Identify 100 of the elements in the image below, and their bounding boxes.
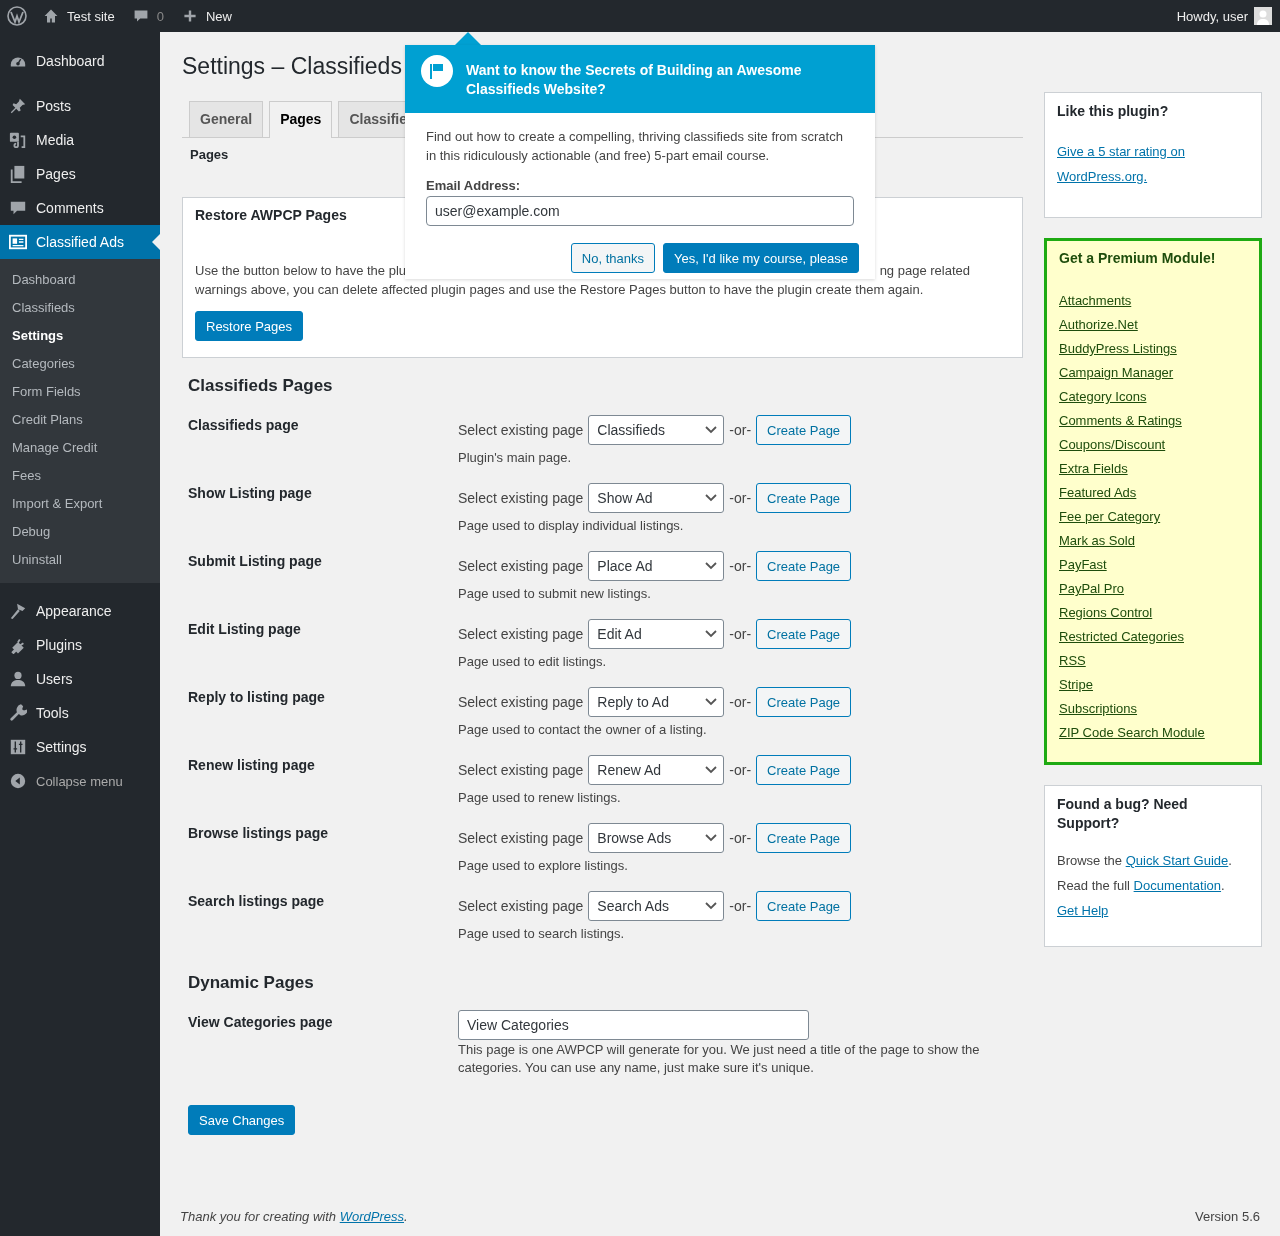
module-link[interactable]: Fee per Category: [1059, 508, 1161, 526]
create-page-button[interactable]: Create Page: [756, 687, 852, 717]
wordpress-logo[interactable]: [7, 6, 27, 26]
text-field[interactable]: View Categories: [458, 1010, 809, 1040]
page-select[interactable]: Classifieds: [588, 415, 725, 445]
home-icon: [43, 8, 59, 24]
menu-item[interactable]: Dashboard: [0, 44, 160, 78]
module-link[interactable]: Restricted Categories: [1059, 628, 1184, 646]
module-link[interactable]: Authorize.Net: [1059, 316, 1138, 334]
page-select[interactable]: Browse Ads: [588, 823, 725, 853]
module-link[interactable]: Subscriptions: [1059, 700, 1138, 718]
rating-link[interactable]: Give a 5 star rating on WordPress.org.: [1057, 139, 1249, 189]
field-prefix: Select existing page: [458, 558, 584, 574]
module-link[interactable]: PayPal Pro: [1059, 580, 1125, 598]
module-link[interactable]: Coupons/Discount: [1059, 436, 1166, 454]
popup-text: Find out how to create a compelling, thriving classifieds site from scratch in this ridiculously actionable (and free) 5-part email course.: [426, 128, 844, 165]
page-select[interactable]: Reply to Ad: [588, 687, 725, 717]
submenu-item[interactable]: Debug: [0, 518, 160, 546]
submenu-item[interactable]: Form Fields: [0, 378, 160, 406]
field-label: Submit Listing page: [188, 552, 323, 571]
field-label: Renew listing page: [188, 756, 316, 775]
create-page-button[interactable]: Create Page: [756, 415, 852, 445]
support-text: Browse the Quick Start Guide.: [1057, 852, 1233, 870]
create-page-button[interactable]: Create Page: [756, 891, 852, 921]
save-changes-button[interactable]: Save Changes: [188, 1105, 296, 1135]
media-icon: [9, 131, 27, 149]
module-link[interactable]: Mark as Sold: [1059, 532, 1135, 550]
paintbrush-icon: [9, 602, 27, 620]
menu-item[interactable]: Posts: [0, 89, 160, 123]
submenu-item[interactable]: Credit Plans: [0, 406, 160, 434]
submenu-item[interactable]: Manage Credit: [0, 434, 160, 462]
submenu-item[interactable]: Fees: [0, 462, 160, 490]
new-link[interactable]: New: [181, 8, 232, 24]
page-select[interactable]: Edit Ad: [588, 619, 725, 649]
tab[interactable]: General: [189, 101, 264, 137]
module-link[interactable]: Stripe: [1059, 676, 1093, 694]
page-select[interactable]: Place Ad: [588, 551, 725, 581]
submenu-item[interactable]: Import & Export: [0, 490, 160, 518]
module-link[interactable]: Comments & Ratings: [1059, 412, 1182, 430]
page-select[interactable]: Search Ads: [588, 891, 725, 921]
chevron-icon: [705, 834, 718, 842]
create-page-button[interactable]: Create Page: [756, 483, 852, 513]
menu-item[interactable]: Appearance: [0, 594, 160, 628]
account-link[interactable]: Howdy, user: [1176, 7, 1272, 25]
module-link[interactable]: Regions Control: [1059, 604, 1153, 622]
menu-item[interactable]: Users: [0, 662, 160, 696]
wordpress-link[interactable]: WordPress: [339, 1209, 404, 1224]
module-link[interactable]: Campaign Manager: [1059, 364, 1174, 382]
email-field[interactable]: user@example.com: [426, 196, 854, 226]
submenu-item[interactable]: Settings: [0, 322, 160, 350]
create-page-button[interactable]: Create Page: [756, 619, 852, 649]
module-link[interactable]: Category Icons: [1059, 388, 1147, 406]
or-separator: -or-: [729, 830, 752, 846]
menu-item[interactable]: Tools: [0, 696, 160, 730]
comments-link[interactable]: 0: [132, 8, 164, 24]
field-hint: Page used to submit new listings.: [458, 586, 652, 601]
menu-item[interactable]: Settings: [0, 730, 160, 764]
menu-item[interactable]: Plugins: [0, 628, 160, 662]
field-hint: Page used to display individual listings.: [458, 518, 685, 533]
create-page-button[interactable]: Create Page: [756, 755, 852, 785]
create-page-button[interactable]: Create Page: [756, 551, 852, 581]
field-hint: Page used to renew listings.: [458, 790, 622, 805]
restore-pages-button[interactable]: Restore Pages: [195, 311, 303, 341]
page-select[interactable]: Renew Ad: [588, 755, 725, 785]
plug-icon: [9, 636, 27, 654]
module-link[interactable]: Featured Ads: [1059, 484, 1137, 502]
module-link[interactable]: Attachments: [1059, 292, 1132, 310]
menu-item[interactable]: Comments: [0, 191, 160, 225]
module-link[interactable]: RSS: [1059, 652, 1086, 670]
module-link[interactable]: Extra Fields: [1059, 460, 1128, 478]
support-link[interactable]: Get Help: [1057, 903, 1109, 918]
chevron-icon: [705, 902, 718, 910]
page-select[interactable]: Show Ad: [588, 483, 725, 513]
avatar-icon: [1254, 7, 1272, 25]
sliders-icon: [9, 738, 27, 756]
wrench-icon: [9, 704, 27, 722]
chevron-icon: [705, 562, 718, 570]
box-title: Found a bug? Need Support?: [1057, 795, 1189, 833]
tab[interactable]: Pages: [269, 101, 333, 138]
submenu-item[interactable]: Categories: [0, 350, 160, 378]
support-link[interactable]: Documentation: [1133, 878, 1222, 893]
submenu-item[interactable]: Uninstall: [0, 546, 160, 574]
menu-item[interactable]: Media: [0, 123, 160, 157]
or-separator: -or-: [729, 422, 752, 438]
module-link[interactable]: PayFast: [1059, 556, 1107, 574]
submenu-item[interactable]: Dashboard: [0, 266, 160, 294]
module-link[interactable]: ZIP Code Search Module: [1059, 724, 1205, 742]
module-link[interactable]: BuddyPress Listings: [1059, 340, 1177, 358]
no-thanks-button[interactable]: No, thanks: [570, 243, 655, 273]
submenu-item[interactable]: Classifieds: [0, 294, 160, 322]
site-link[interactable]: Test site: [43, 8, 115, 24]
or-separator: -or-: [729, 694, 752, 710]
field-label: Browse listings page: [188, 824, 330, 843]
accept-course-button[interactable]: Yes, I'd like my course, please: [663, 243, 859, 273]
menu-item[interactable]: Classified Ads: [0, 225, 160, 259]
collapse-menu-button[interactable]: Collapse menu: [0, 764, 160, 798]
create-page-button[interactable]: Create Page: [756, 823, 852, 853]
flag-icon: [421, 55, 453, 87]
menu-item[interactable]: Pages: [0, 157, 160, 191]
field-hint: Page used to explore listings.: [458, 858, 629, 873]
